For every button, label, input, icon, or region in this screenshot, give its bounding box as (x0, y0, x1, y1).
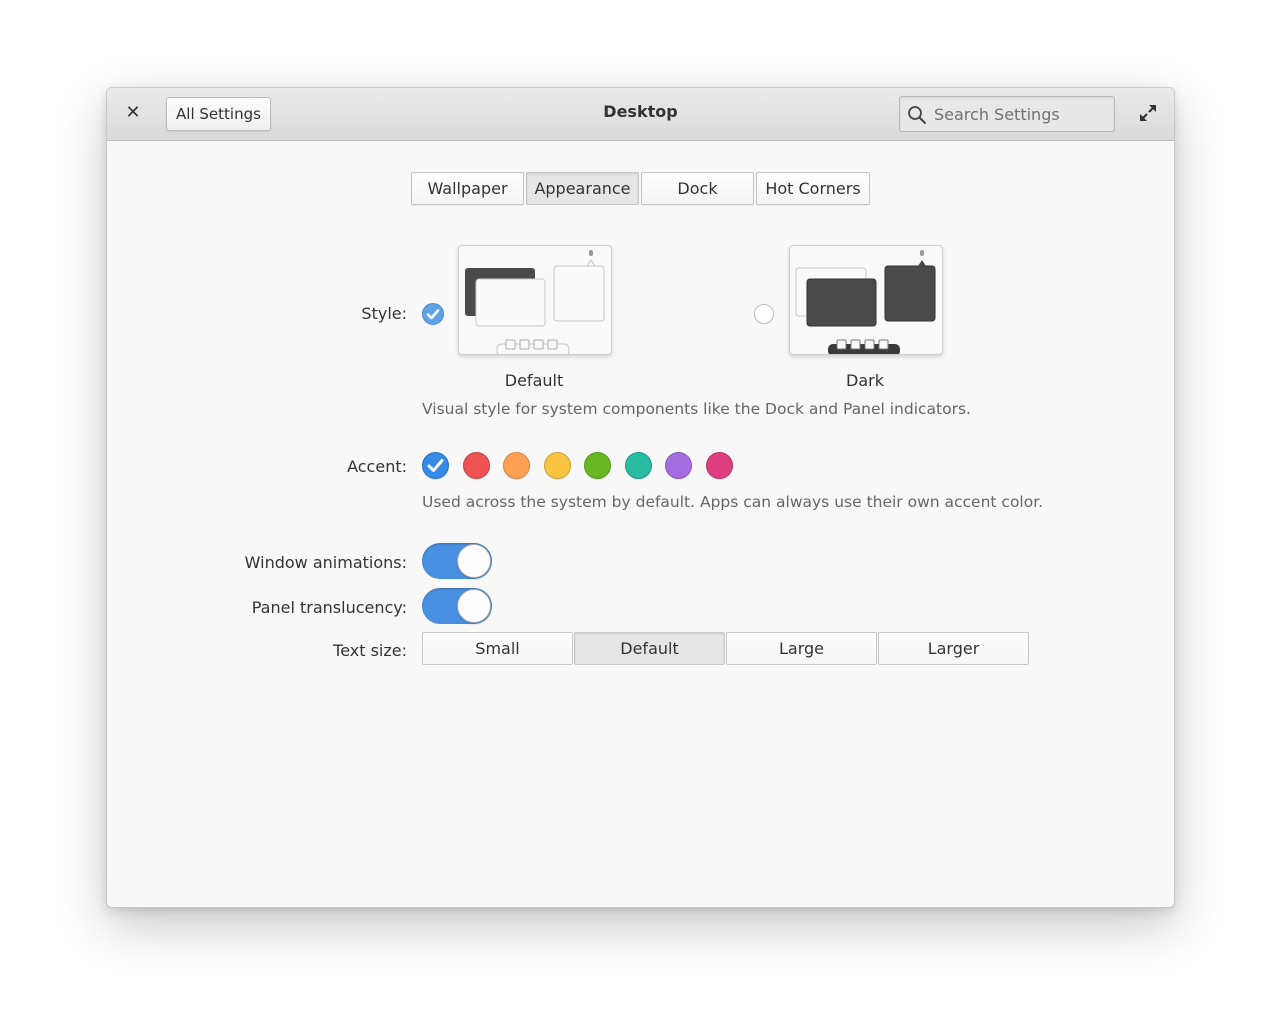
checkmark-icon (426, 309, 440, 320)
text-size-selector: Small Default Large Larger (422, 632, 1030, 665)
maximize-button[interactable] (1138, 103, 1158, 123)
default-style-illustration (465, 250, 605, 354)
panel-translucency-label: Panel translucency: (251, 598, 407, 617)
dark-style-illustration (795, 250, 936, 354)
text-size-large-button[interactable]: Large (726, 632, 877, 665)
panel-translucency-switch[interactable] (422, 588, 492, 624)
style-description: Visual style for system components like … (422, 400, 971, 418)
style-default-preview[interactable] (458, 245, 612, 355)
accent-swatch-mint[interactable] (624, 452, 652, 479)
switch-knob (457, 544, 491, 578)
tab-wallpaper[interactable]: Wallpaper (411, 172, 524, 205)
style-dark-caption: Dark (846, 371, 884, 390)
style-label: Style: (361, 304, 407, 323)
style-dark-radio[interactable] (754, 304, 774, 324)
accent-swatch-green[interactable] (584, 452, 611, 479)
text-size-small-button[interactable]: Small (422, 632, 573, 665)
accent-swatch-yellow[interactable] (543, 452, 571, 479)
tab-appearance[interactable]: Appearance (526, 172, 639, 205)
accent-swatch-orange[interactable] (503, 452, 530, 479)
style-dark-preview[interactable] (789, 245, 943, 355)
tab-hot-corners[interactable]: Hot Corners (756, 172, 870, 205)
search-field[interactable] (899, 96, 1115, 132)
accent-swatch-blue[interactable] (422, 452, 449, 479)
tab-dock[interactable]: Dock (641, 172, 754, 205)
search-input[interactable] (934, 97, 1104, 131)
accent-description: Used across the system by default. Apps … (422, 493, 1044, 511)
maximize-icon (1140, 105, 1156, 121)
window-animations-label: Window animations: (244, 553, 407, 572)
search-icon (908, 106, 926, 124)
style-default-radio[interactable] (422, 303, 444, 325)
accent-swatch-pink[interactable] (705, 452, 733, 479)
text-size-larger-button[interactable]: Larger (878, 632, 1029, 665)
accent-swatch-purple[interactable] (665, 452, 692, 479)
switch-knob (457, 589, 491, 623)
text-size-label: Text size: (333, 641, 407, 660)
window-animations-switch[interactable] (422, 543, 492, 579)
style-default-caption: Default (504, 371, 564, 390)
checkmark-icon (427, 459, 444, 472)
tab-bar: Wallpaper Appearance Dock Hot Corners (411, 172, 872, 205)
titlebar: ✕ All Settings Desktop (107, 88, 1174, 141)
accent-swatch-red[interactable] (462, 452, 490, 479)
accent-label: Accent: (347, 457, 407, 476)
text-size-default-button[interactable]: Default (574, 632, 725, 665)
settings-window: ✕ All Settings Desktop Wallpaper Appeara… (106, 87, 1175, 908)
